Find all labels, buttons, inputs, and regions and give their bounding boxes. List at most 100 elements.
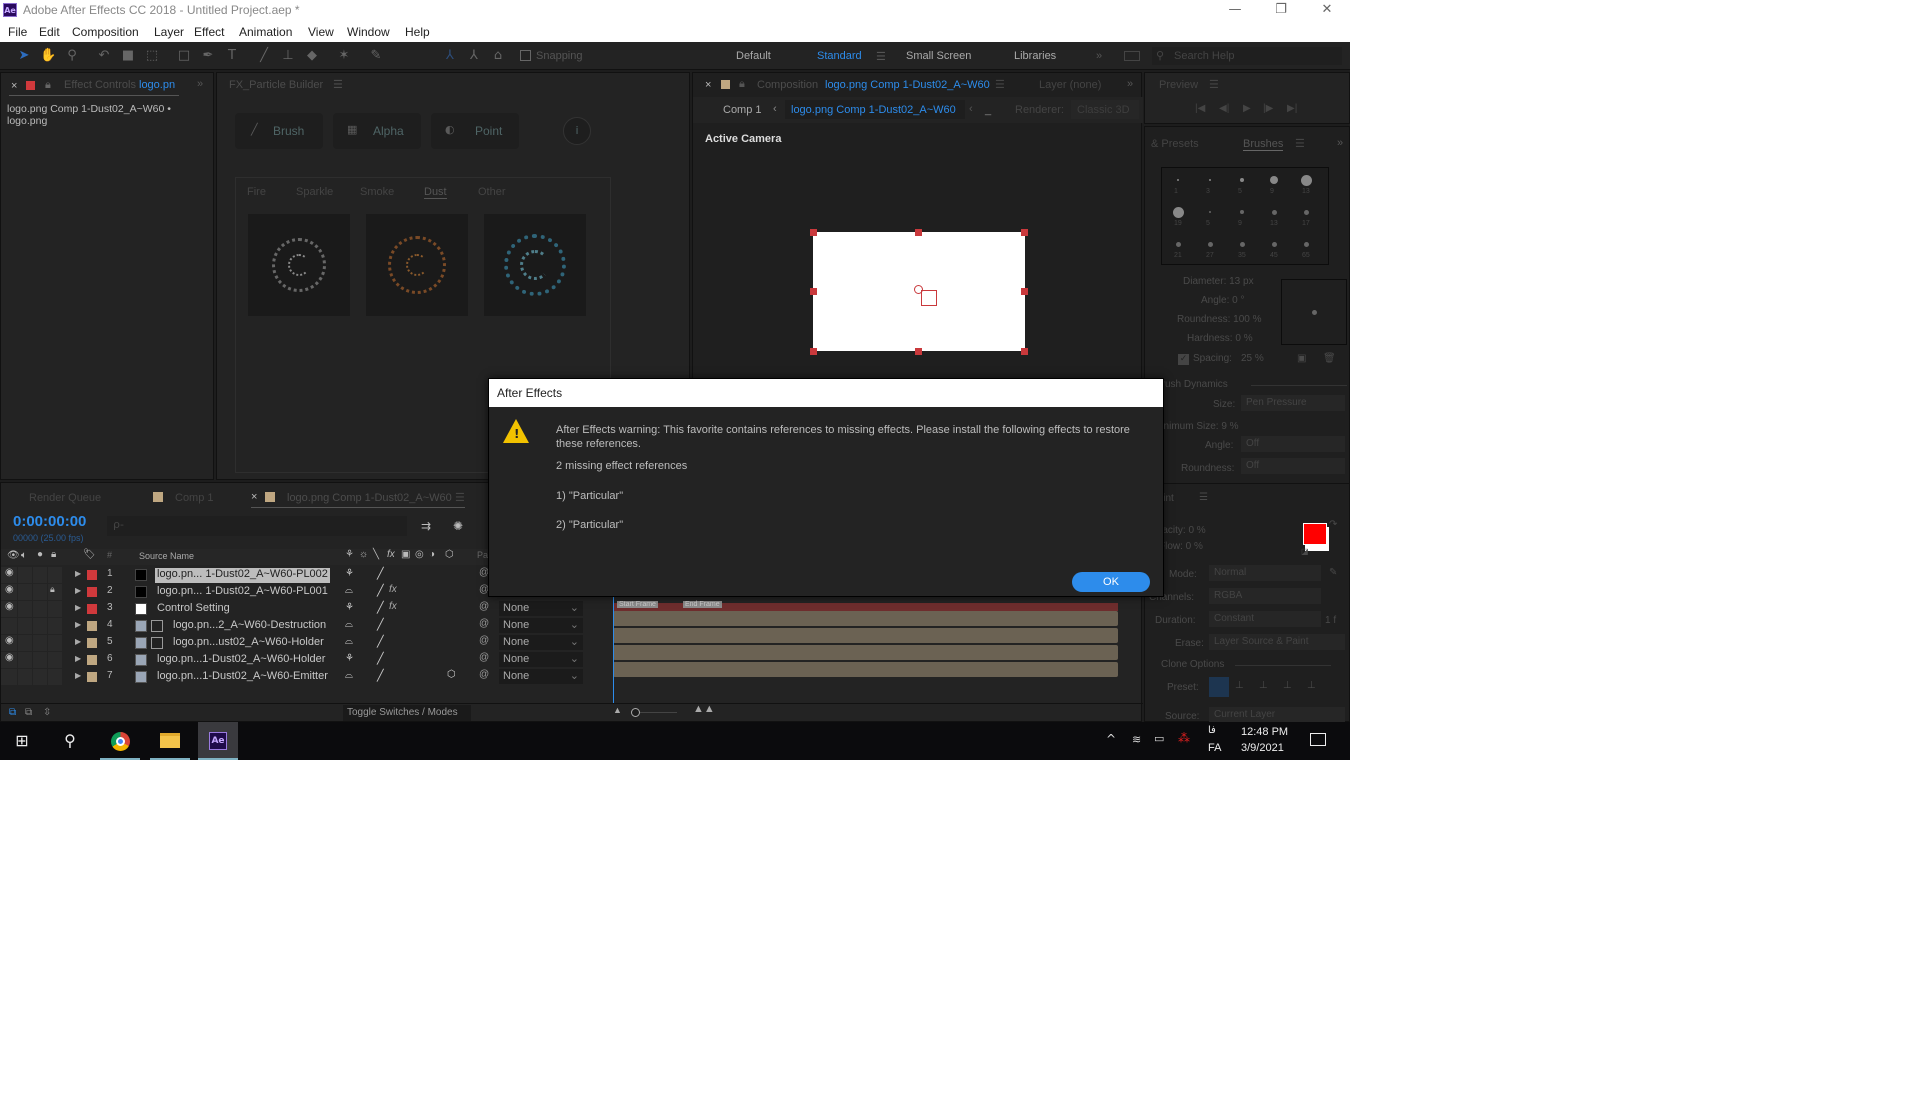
effect-controls-layer-name[interactable]: logo.pn xyxy=(139,79,175,91)
lock-switch[interactable]: 🔒︎ xyxy=(48,584,62,600)
active-comp-tab[interactable]: logo.png Comp 1-Dust02_A~W60 xyxy=(287,492,452,504)
duration-dropdown[interactable]: Constant xyxy=(1209,611,1321,627)
preset-thumbnail-white[interactable] xyxy=(248,214,350,316)
close-tab-icon[interactable]: × xyxy=(251,491,257,503)
shy-switch-icon[interactable]: ⚘ xyxy=(345,549,354,560)
close-button[interactable]: ✕ xyxy=(1304,0,1350,22)
lock-switch[interactable] xyxy=(48,567,62,583)
zoom-slider-handle[interactable] xyxy=(631,708,640,717)
panel-menu-icon[interactable]: ☰ xyxy=(455,491,465,504)
layer-row[interactable]: ◉ ▶ 6 logo.pn...1-Dust02_A~W60-Holder ⚘ ╱ @ xyxy=(1,652,491,669)
draft-3d-icon[interactable]: ✺ xyxy=(453,519,463,533)
duration-frames[interactable]: 1 f xyxy=(1325,615,1336,626)
puppet-tool-icon[interactable]: ✎ xyxy=(368,48,384,64)
pen-tool-icon[interactable]: ✒ xyxy=(200,48,216,64)
parent-dropdown[interactable]: None ⌄ xyxy=(499,669,583,684)
selection-tool-icon[interactable]: ➤ xyxy=(16,48,32,64)
layer-bar[interactable] xyxy=(613,662,1118,677)
brush-tip[interactable] xyxy=(1240,178,1244,182)
fx-switch-icon[interactable]: fx xyxy=(389,584,397,595)
composition-tab-label[interactable]: Composition xyxy=(757,79,818,91)
expand-triangle-icon[interactable]: ▶ xyxy=(75,671,81,680)
solo-switch[interactable] xyxy=(33,567,47,583)
minimize-button[interactable]: — xyxy=(1212,0,1258,22)
composition-tab-name[interactable]: logo.png Comp 1-Dust02_A~W60 xyxy=(825,79,990,91)
quality-switch-icon[interactable]: ╲ xyxy=(373,549,379,560)
menu-edit[interactable]: Edit xyxy=(39,25,60,39)
chevron-left-icon[interactable]: ‹ xyxy=(969,103,973,115)
category-other[interactable]: Other xyxy=(478,186,506,198)
layer-source-name[interactable]: logo.pn...ust02_A~W60-Holder xyxy=(171,636,326,651)
comp1-tab[interactable]: Comp 1 xyxy=(175,492,214,504)
transform-handle[interactable] xyxy=(1021,348,1028,355)
marker-end-frame[interactable]: End Frame xyxy=(683,601,722,608)
brush-tip[interactable] xyxy=(1240,210,1244,214)
quality-switch-icon[interactable]: ╱ xyxy=(377,618,384,631)
video-switch[interactable]: ◉ xyxy=(1,601,17,617)
brush-tip[interactable] xyxy=(1209,211,1211,213)
preset-thumbnail-cyan[interactable] xyxy=(484,214,586,316)
menu-window[interactable]: Window xyxy=(347,25,390,39)
comp-flowchart-icon[interactable]: ⇉ xyxy=(421,519,431,533)
panel-overflow-icon[interactable]: » xyxy=(1337,137,1343,149)
layer-source-name[interactable]: logo.pn...1-Dust02_A~W60-Holder xyxy=(155,653,327,668)
workspace-libraries[interactable]: Libraries xyxy=(1014,50,1056,62)
brush-tip[interactable] xyxy=(1303,209,1309,215)
quality-switch-icon[interactable]: ╱ xyxy=(377,669,384,682)
lock-switch[interactable] xyxy=(48,635,62,651)
fx-builder-tab[interactable]: FX_Particle Builder xyxy=(229,79,323,91)
parent-pickwhip-icon[interactable]: @ xyxy=(479,635,489,646)
quality-switch-icon[interactable]: ╱ xyxy=(377,567,384,580)
toggle-switches-modes-button[interactable]: Toggle Switches / Modes xyxy=(343,705,471,721)
lock-switch[interactable] xyxy=(48,652,62,668)
new-brush-icon[interactable]: ▣ xyxy=(1297,353,1306,364)
parent-pickwhip-icon[interactable]: @ xyxy=(479,669,489,680)
parent-pickwhip-icon[interactable]: @ xyxy=(479,652,489,663)
panel-menu-icon[interactable]: ☰ xyxy=(1199,492,1208,503)
layer-row[interactable]: ◉ ▶ 3 Control Setting ⚘ ╱ fx @ xyxy=(1,601,491,618)
zoom-out-icon[interactable]: ▲ xyxy=(613,705,622,715)
channels-dropdown[interactable]: RGBA xyxy=(1209,588,1321,604)
point-mode-button[interactable]: ◐ Point xyxy=(431,113,519,149)
video-switch[interactable]: ◉ xyxy=(1,584,17,600)
collapse-switch-icon[interactable]: ☼ xyxy=(359,549,368,560)
label-tag-icon[interactable]: 🏷︎ xyxy=(83,549,96,560)
quality-switch-icon[interactable]: ╱ xyxy=(377,635,384,648)
layer-source-name[interactable]: logo.pn...2_A~W60-Destruction xyxy=(171,619,328,634)
first-frame-icon[interactable]: |◀ xyxy=(1195,103,1205,114)
transform-handle[interactable] xyxy=(1021,229,1028,236)
panel-menu-icon[interactable]: ☰ xyxy=(995,78,1005,91)
camera-tool-icon[interactable]: ■ xyxy=(120,48,136,64)
swap-colors-icon[interactable]: ↷ xyxy=(1329,519,1337,530)
effect-controls-tab-label[interactable]: Effect Controls xyxy=(64,79,136,91)
alpha-mode-button[interactable]: ▦ Alpha xyxy=(333,113,421,149)
solo-switch[interactable] xyxy=(33,669,47,685)
pan-behind-tool-icon[interactable]: ⬚ xyxy=(144,48,160,64)
clone-stamp-tool-icon[interactable]: ⊥ xyxy=(280,48,296,64)
transform-handle[interactable] xyxy=(810,288,817,295)
transform-handle[interactable] xyxy=(1021,288,1028,295)
foreground-color-swatch[interactable] xyxy=(1303,523,1327,545)
solo-switch[interactable] xyxy=(33,584,47,600)
video-switch[interactable]: ◉ xyxy=(1,652,17,668)
solo-switch[interactable] xyxy=(33,652,47,668)
breadcrumb-current-comp[interactable]: logo.png Comp 1-Dust02_A~W60 xyxy=(791,104,956,116)
sync-settings-icon[interactable] xyxy=(1124,51,1140,61)
adjustment-layer-icon[interactable]: ◑ xyxy=(429,549,435,560)
shy-switch-icon[interactable]: ⌓ xyxy=(345,619,353,630)
last-frame-icon[interactable]: ▶| xyxy=(1287,103,1297,114)
current-time-indicator[interactable] xyxy=(613,593,614,703)
restore-button[interactable]: ❐ xyxy=(1258,0,1304,22)
fx-switch-icon[interactable]: fx xyxy=(389,601,397,612)
expand-triangle-icon[interactable]: ▶ xyxy=(75,620,81,629)
render-queue-tab[interactable]: Render Queue xyxy=(29,492,101,504)
3d-layer-icon[interactable]: ⬡ xyxy=(447,669,456,680)
brush-tip[interactable] xyxy=(1207,241,1213,247)
layer-row[interactable]: ◉ ▶ 1 logo.pn... 1-Dust02_A~W60-PL002 ⚘ ╱ @ xyxy=(1,567,491,584)
lock-switch[interactable] xyxy=(48,618,62,634)
label-color-swatch[interactable] xyxy=(87,672,97,682)
brush-tip[interactable] xyxy=(1271,241,1277,247)
menu-file[interactable]: File xyxy=(8,25,27,39)
frame-blend-icon[interactable]: ▣ xyxy=(401,549,410,560)
type-tool-icon[interactable]: T xyxy=(224,48,240,64)
